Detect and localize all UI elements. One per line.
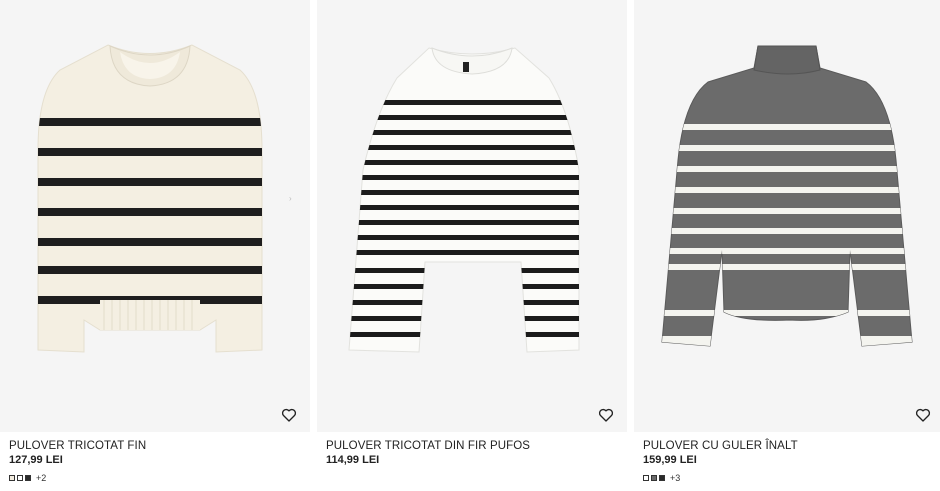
product-name[interactable]: PULOVER TRICOTAT FIN: [9, 440, 146, 452]
heart-icon: [281, 408, 297, 422]
product-card[interactable]: › PULOVER TRICOTAT FIN 127,99 LEI +2: [0, 0, 310, 491]
fluffy-striped-sweater-image: [348, 47, 580, 353]
product-image[interactable]: [317, 0, 627, 432]
heart-icon: [598, 408, 614, 422]
product-price: 114,99 LEI: [326, 454, 380, 466]
product-price: 159,99 LEI: [643, 454, 697, 466]
grey-striped-turtleneck-image: [661, 45, 913, 347]
heart-icon: [915, 408, 931, 422]
favorite-button[interactable]: [914, 406, 932, 424]
favorite-button[interactable]: [597, 406, 615, 424]
product-card[interactable]: PULOVER CU GULER ÎNALT 159,99 LEI +3: [634, 0, 940, 491]
cream-striped-sweater-image: [37, 44, 263, 353]
product-image[interactable]: ›: [0, 0, 310, 432]
product-grid: › PULOVER TRICOTAT FIN 127,99 LEI +2 PUL…: [0, 0, 940, 491]
color-swatch[interactable]: [643, 475, 649, 481]
color-swatches[interactable]: +3: [643, 473, 680, 483]
product-name[interactable]: PULOVER TRICOTAT DIN FIR PUFOS: [326, 440, 530, 452]
more-colors-count[interactable]: +2: [36, 473, 46, 483]
more-colors-count[interactable]: +3: [670, 473, 680, 483]
product-price: 127,99 LEI: [9, 454, 63, 466]
color-swatch[interactable]: [651, 475, 657, 481]
color-swatch[interactable]: [9, 475, 15, 481]
color-swatch[interactable]: [25, 475, 31, 481]
color-swatches[interactable]: +2: [9, 473, 46, 483]
favorite-button[interactable]: [280, 406, 298, 424]
product-card[interactable]: PULOVER TRICOTAT DIN FIR PUFOS 114,99 LE…: [317, 0, 627, 491]
product-image[interactable]: [634, 0, 940, 432]
color-swatch[interactable]: [659, 475, 665, 481]
product-name[interactable]: PULOVER CU GULER ÎNALT: [643, 440, 798, 452]
carousel-arrow-icon[interactable]: ›: [289, 194, 292, 203]
color-swatch[interactable]: [17, 475, 23, 481]
